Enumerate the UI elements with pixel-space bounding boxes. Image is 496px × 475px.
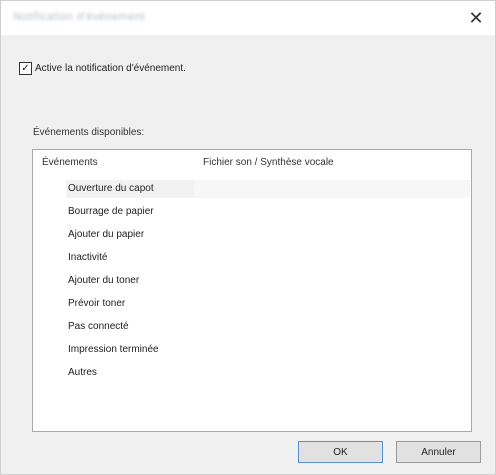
enable-notification-checkbox[interactable]: ✓ <box>19 62 32 75</box>
list-header: Événements Fichier son / Synthèse vocale <box>33 150 471 174</box>
event-name: Autres <box>68 367 97 378</box>
column-header-events[interactable]: Événements <box>42 157 98 168</box>
event-name: Pas connecté <box>68 321 129 332</box>
list-item[interactable]: Ajouter du toner <box>33 271 471 291</box>
column-header-sound[interactable]: Fichier son / Synthèse vocale <box>203 157 334 168</box>
checkmark-icon: ✓ <box>21 62 30 74</box>
selection-highlight-secondary <box>194 180 470 198</box>
notification-dialog: Notification d'événement ✕ ✓ Active la n… <box>0 0 496 475</box>
list-item[interactable]: Bourrage de papier <box>33 202 471 222</box>
events-list[interactable]: Événements Fichier son / Synthèse vocale… <box>32 149 472 432</box>
enable-notification-label[interactable]: Active la notification d'événement. <box>35 63 186 74</box>
event-name: Ajouter du toner <box>68 275 140 286</box>
enable-notification-row[interactable]: ✓ Active la notification d'événement. <box>19 62 186 75</box>
event-name: Prévoir toner <box>68 298 126 309</box>
event-name: Ajouter du papier <box>68 229 145 240</box>
event-name: Ouverture du capot <box>68 183 154 194</box>
title-bar[interactable]: Notification d'événement ✕ <box>1 1 495 35</box>
window-title: Notification d'événement <box>13 11 146 23</box>
list-item[interactable]: Ouverture du capot <box>33 179 471 199</box>
list-item[interactable]: Pas connecté <box>33 317 471 337</box>
cancel-button[interactable]: Annuler <box>396 441 481 463</box>
list-item[interactable]: Autres <box>33 363 471 383</box>
close-icon[interactable]: ✕ <box>459 3 493 33</box>
list-item[interactable]: Inactivité <box>33 248 471 268</box>
available-events-label: Événements disponibles: <box>33 127 145 138</box>
event-name: Inactivité <box>68 252 108 263</box>
list-item[interactable]: Ajouter du papier <box>33 225 471 245</box>
event-name: Impression terminée <box>68 344 159 355</box>
ok-button[interactable]: OK <box>298 441 383 463</box>
event-name: Bourrage de papier <box>68 206 154 217</box>
list-item[interactable]: Impression terminée <box>33 340 471 360</box>
list-item[interactable]: Prévoir toner <box>33 294 471 314</box>
